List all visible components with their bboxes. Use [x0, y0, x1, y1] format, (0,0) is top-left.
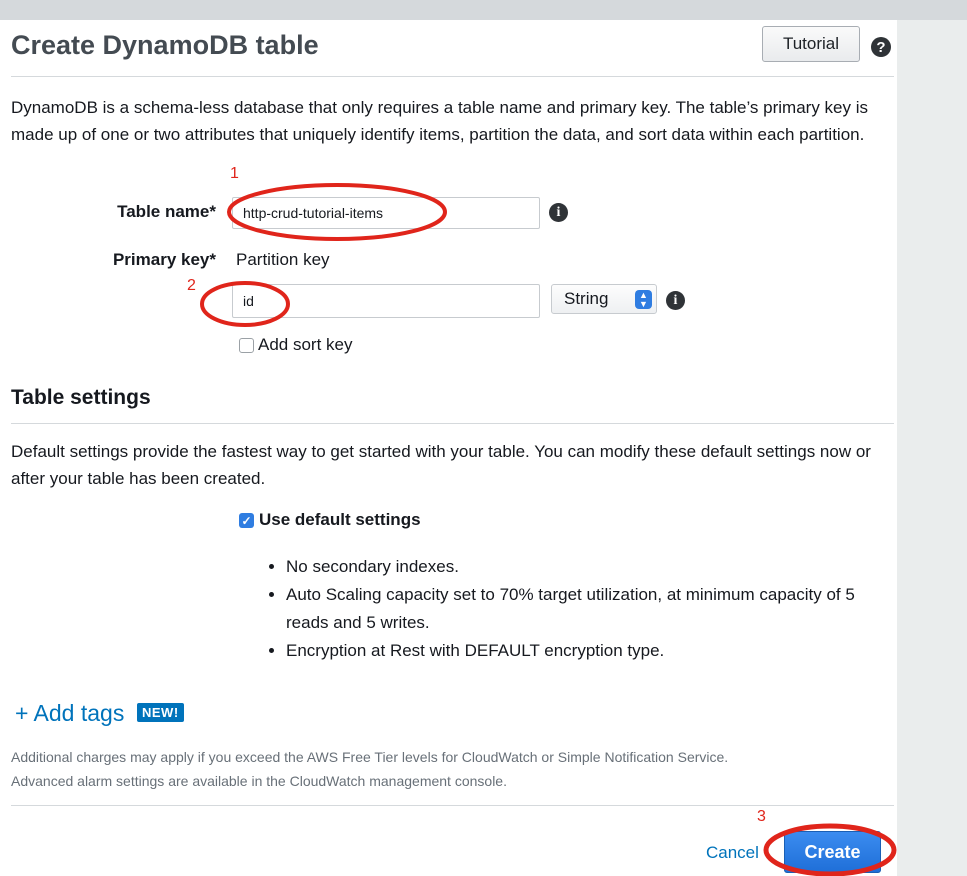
help-icon[interactable]: ? — [871, 37, 891, 57]
sort-key-label[interactable]: Add sort key — [258, 335, 353, 355]
add-tags-link[interactable]: + Add tags — [15, 700, 124, 727]
settings-description: Default settings provide the fastest way… — [11, 442, 871, 488]
partition-key-label: Partition key — [236, 250, 330, 269]
settings-divider — [11, 423, 894, 424]
cancel-button[interactable]: Cancel — [706, 843, 759, 863]
partition-key-input[interactable] — [232, 284, 540, 318]
use-default-settings-label[interactable]: Use default settings — [259, 510, 421, 530]
default-settings-list: No secondary indexes. Auto Scaling capac… — [264, 553, 884, 665]
create-button[interactable]: Create — [784, 831, 881, 873]
footer-divider — [11, 805, 894, 806]
charges-note: Additional charges may apply if you exce… — [11, 745, 891, 793]
top-bar — [0, 0, 967, 20]
charges-note-line1: Additional charges may apply if you exce… — [11, 749, 729, 765]
key-type-info-icon[interactable]: i — [666, 291, 685, 310]
table-name-label: Table name* — [117, 202, 216, 221]
primary-key-label: Primary key* — [112, 250, 216, 269]
title-divider — [11, 76, 894, 77]
select-arrows-icon: ▲ ▼ — [635, 290, 652, 309]
list-item: Auto Scaling capacity set to 70% target … — [286, 581, 884, 637]
table-name-input[interactable] — [232, 197, 540, 229]
table-name-info-icon[interactable]: i — [549, 203, 568, 222]
new-badge: NEW! — [137, 703, 184, 722]
right-gutter — [897, 20, 967, 876]
charges-note-line2: Advanced alarm settings are available in… — [11, 773, 507, 789]
sort-key-checkbox[interactable] — [239, 338, 254, 353]
key-type-select[interactable]: String ▲ ▼ — [551, 284, 657, 314]
tutorial-button[interactable]: Tutorial — [762, 26, 860, 62]
intro-description: DynamoDB is a schema-less database that … — [11, 98, 869, 144]
key-type-selected: String — [564, 289, 609, 308]
table-settings-title: Table settings — [11, 386, 151, 409]
create-table-panel: Create DynamoDB table Tutorial ? DynamoD… — [0, 20, 897, 876]
list-item: Encryption at Rest with DEFAULT encrypti… — [286, 637, 884, 665]
page-title: Create DynamoDB table — [11, 30, 319, 60]
list-item: No secondary indexes. — [286, 553, 884, 581]
use-default-settings-checkbox[interactable]: ✓ — [239, 513, 254, 528]
